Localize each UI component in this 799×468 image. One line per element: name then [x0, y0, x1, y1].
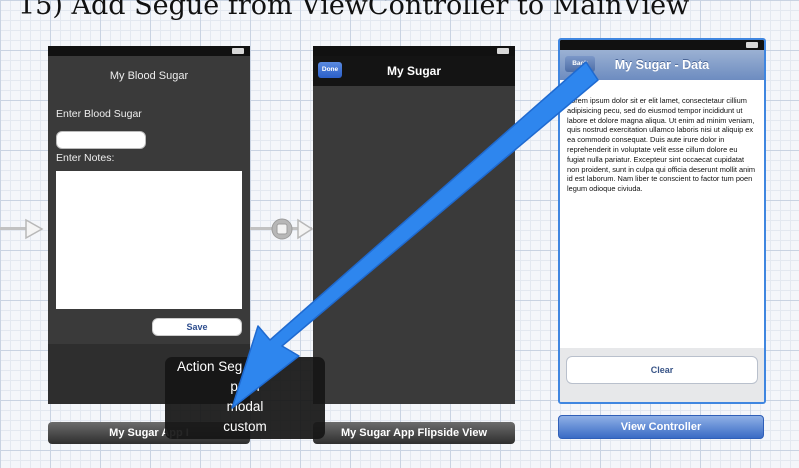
navigation-bar: My Sugar Done [313, 56, 515, 86]
segue-icon[interactable] [270, 217, 294, 241]
scene-label-flipside-view[interactable]: My Sugar App Flipside View [313, 422, 515, 444]
blood-sugar-input[interactable] [56, 131, 146, 149]
bottom-toolbar: Clear [560, 348, 764, 402]
data-text-view[interactable]: Lorem ipsum dolor sit er elit lamet, con… [567, 96, 757, 194]
done-button[interactable]: Done [318, 62, 342, 78]
battery-icon [746, 42, 758, 48]
scene-label-view-controller[interactable]: View Controller [558, 415, 764, 439]
tutorial-step-heading: 15) Add Segue from ViewController to Mai… [18, 0, 690, 21]
view-controller-scene[interactable]: My Sugar - Data Back Lorem ipsum dolor s… [558, 38, 766, 404]
notes-label: Enter Notes: [56, 152, 115, 164]
status-bar [560, 40, 764, 50]
segue-option-push[interactable]: push [165, 377, 325, 397]
entry-arrow-icon [25, 218, 44, 240]
screen-title: My Blood Sugar [109, 70, 189, 82]
segue-option-custom[interactable]: custom [165, 417, 325, 437]
blood-sugar-label: Enter Blood Sugar [56, 108, 142, 120]
entry-connection-line [0, 227, 26, 230]
battery-icon [497, 48, 509, 54]
action-segue-menu: Action Seg push modal custom [165, 357, 325, 439]
flipside-view-scene[interactable]: My Sugar Done [313, 46, 515, 404]
back-button[interactable]: Back [565, 56, 595, 72]
status-bar [48, 46, 250, 56]
battery-icon [232, 48, 244, 54]
action-segue-header: Action Seg [177, 359, 243, 374]
navigation-bar: My Sugar - Data Back [560, 50, 764, 80]
notes-textarea[interactable] [56, 171, 242, 309]
main-view-scene[interactable]: My Blood Sugar Enter Blood Sugar Enter N… [48, 46, 250, 404]
nav-title: My Sugar [386, 64, 441, 78]
status-bar [313, 46, 515, 56]
save-button[interactable]: Save [152, 318, 242, 336]
clear-button[interactable]: Clear [566, 356, 758, 384]
segue-option-modal[interactable]: modal [165, 397, 325, 417]
